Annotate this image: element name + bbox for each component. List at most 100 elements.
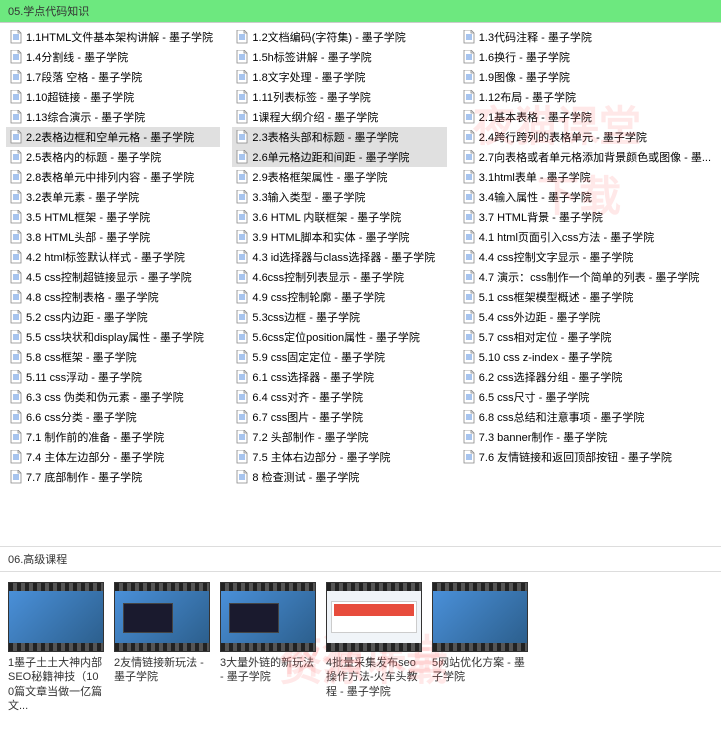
lesson-item[interactable]: 1.6换行 - 墨子学院 xyxy=(459,47,715,67)
lesson-item[interactable]: 1.2文档编码(字符集) - 墨子学院 xyxy=(232,27,446,47)
lesson-item[interactable]: 5.8 css框架 - 墨子学院 xyxy=(6,347,220,367)
video-item[interactable]: 3大量外链的新玩法 - 墨子学院 xyxy=(220,582,316,713)
video-thumbnail[interactable] xyxy=(114,582,210,652)
lesson-item[interactable]: 4.7 演示：css制作一个简单的列表 - 墨子学院 xyxy=(459,267,715,287)
lesson-label: 3.9 HTML脚本和实体 - 墨子学院 xyxy=(252,229,409,245)
lesson-item[interactable]: 4.8 css控制表格 - 墨子学院 xyxy=(6,287,220,307)
lesson-item[interactable]: 4.1 html页面引入css方法 - 墨子学院 xyxy=(459,227,715,247)
document-icon xyxy=(10,170,22,184)
document-icon xyxy=(10,290,22,304)
lesson-item[interactable]: 3.6 HTML 内联框架 - 墨子学院 xyxy=(232,207,446,227)
lesson-item[interactable]: 6.2 css选择器分组 - 墨子学院 xyxy=(459,367,715,387)
lesson-item[interactable]: 3.1html表单 - 墨子学院 xyxy=(459,167,715,187)
video-title: 5网站优化方案 - 墨子学院 xyxy=(432,656,528,685)
lesson-item[interactable]: 2.4跨行跨列的表格单元 - 墨子学院 xyxy=(459,127,715,147)
lesson-item[interactable]: 6.6 css分类 - 墨子学院 xyxy=(6,407,220,427)
lesson-item[interactable]: 6.4 css对齐 - 墨子学院 xyxy=(232,387,446,407)
video-thumbnail[interactable] xyxy=(326,582,422,652)
lesson-item[interactable]: 1.13综合演示 - 墨子学院 xyxy=(6,107,220,127)
lesson-item[interactable]: 5.5 css块状和display属性 - 墨子学院 xyxy=(6,327,220,347)
lesson-item[interactable]: 3.3输入类型 - 墨子学院 xyxy=(232,187,446,207)
lesson-item[interactable]: 7.6 友情链接和返回顶部按钮 - 墨子学院 xyxy=(459,447,715,467)
lesson-item[interactable]: 5.4 css外边距 - 墨子学院 xyxy=(459,307,715,327)
lesson-item[interactable]: 5.10 css z-index - 墨子学院 xyxy=(459,347,715,367)
lesson-label: 5.5 css块状和display属性 - 墨子学院 xyxy=(26,329,204,345)
video-thumbnail[interactable] xyxy=(8,582,104,652)
lesson-label: 7.2 头部制作 - 墨子学院 xyxy=(252,429,368,445)
lesson-item[interactable]: 6.3 css 伪类和伪元素 - 墨子学院 xyxy=(6,387,220,407)
lesson-item[interactable]: 3.4输入属性 - 墨子学院 xyxy=(459,187,715,207)
video-thumbnail[interactable] xyxy=(432,582,528,652)
lesson-item[interactable]: 6.5 css尺寸 - 墨子学院 xyxy=(459,387,715,407)
lesson-item[interactable]: 7.2 头部制作 - 墨子学院 xyxy=(232,427,446,447)
lesson-item[interactable]: 4.6css控制列表显示 - 墨子学院 xyxy=(232,267,446,287)
lesson-label: 3.5 HTML框架 - 墨子学院 xyxy=(26,209,150,225)
lesson-item[interactable]: 1.4分割线 - 墨子学院 xyxy=(6,47,220,67)
lesson-item[interactable]: 7.7 底部制作 - 墨子学院 xyxy=(6,467,220,487)
video-item[interactable]: 1墨子土土大神内部SEO秘籍神技（100篇文章当做一亿篇文... xyxy=(8,582,104,713)
document-icon xyxy=(10,230,22,244)
document-icon xyxy=(10,30,22,44)
lesson-item[interactable]: 2.5表格内的标题 - 墨子学院 xyxy=(6,147,220,167)
lesson-item[interactable]: 2.8表格单元中排列内容 - 墨子学院 xyxy=(6,167,220,187)
lesson-item[interactable]: 7.1 制作前的准备 - 墨子学院 xyxy=(6,427,220,447)
lesson-item[interactable]: 4.3 id选择器与class选择器 - 墨子学院 xyxy=(232,247,446,267)
lesson-label: 7.1 制作前的准备 - 墨子学院 xyxy=(26,429,164,445)
lesson-item[interactable]: 5.1 css框架模型概述 - 墨子学院 xyxy=(459,287,715,307)
lesson-item[interactable]: 5.9 css固定定位 - 墨子学院 xyxy=(232,347,446,367)
lesson-item[interactable]: 7.3 banner制作 - 墨子学院 xyxy=(459,427,715,447)
lesson-item[interactable]: 3.8 HTML头部 - 墨子学院 xyxy=(6,227,220,247)
lesson-label: 7.3 banner制作 - 墨子学院 xyxy=(479,429,607,445)
lesson-item[interactable]: 4.9 css控制轮廓 - 墨子学院 xyxy=(232,287,446,307)
document-icon xyxy=(463,250,475,264)
lesson-label: 4.8 css控制表格 - 墨子学院 xyxy=(26,289,159,305)
lesson-label: 6.3 css 伪类和伪元素 - 墨子学院 xyxy=(26,389,184,405)
lesson-item[interactable]: 1.1HTML文件基本架构讲解 - 墨子学院 xyxy=(6,27,220,47)
lesson-item[interactable]: 3.7 HTML背景 - 墨子学院 xyxy=(459,207,715,227)
lesson-item[interactable]: 5.7 css相对定位 - 墨子学院 xyxy=(459,327,715,347)
document-icon xyxy=(463,370,475,384)
lesson-label: 1.7段落 空格 - 墨子学院 xyxy=(26,69,142,85)
video-thumbnail[interactable] xyxy=(220,582,316,652)
lesson-item[interactable]: 2.9表格框架属性 - 墨子学院 xyxy=(232,167,446,187)
lesson-item[interactable]: 1.9图像 - 墨子学院 xyxy=(459,67,715,87)
lesson-item[interactable]: 3.2表单元素 - 墨子学院 xyxy=(6,187,220,207)
lesson-item[interactable]: 4.2 html标签默认样式 - 墨子学院 xyxy=(6,247,220,267)
lesson-item[interactable]: 6.8 css总结和注意事项 - 墨子学院 xyxy=(459,407,715,427)
lesson-item[interactable]: 6.1 css选择器 - 墨子学院 xyxy=(232,367,446,387)
lesson-item[interactable]: 4.4 css控制文字显示 - 墨子学院 xyxy=(459,247,715,267)
lesson-item[interactable]: 1.8文字处理 - 墨子学院 xyxy=(232,67,446,87)
lesson-item[interactable]: 5.3css边框 - 墨子学院 xyxy=(232,307,446,327)
video-item[interactable]: 4批量采集发布seo操作方法-火车头教程 - 墨子学院 xyxy=(326,582,422,713)
lesson-item[interactable]: 4.5 css控制超链接显示 - 墨子学院 xyxy=(6,267,220,287)
lesson-label: 2.2表格边框和空单元格 - 墨子学院 xyxy=(26,129,194,145)
lesson-label: 5.2 css内边距 - 墨子学院 xyxy=(26,309,148,325)
lesson-item[interactable]: 1.7段落 空格 - 墨子学院 xyxy=(6,67,220,87)
lesson-item[interactable]: 7.5 主体右边部分 - 墨子学院 xyxy=(232,447,446,467)
lesson-item[interactable]: 1.5h标签讲解 - 墨子学院 xyxy=(232,47,446,67)
lesson-item[interactable]: 1课程大纲介绍 - 墨子学院 xyxy=(232,107,446,127)
lesson-item[interactable]: 2.2表格边框和空单元格 - 墨子学院 xyxy=(6,127,220,147)
lesson-item[interactable]: 2.3表格头部和标题 - 墨子学院 xyxy=(232,127,446,147)
lesson-item[interactable]: 1.3代码注释 - 墨子学院 xyxy=(459,27,715,47)
document-icon xyxy=(236,290,248,304)
lesson-item[interactable]: 8 检查测试 - 墨子学院 xyxy=(232,467,446,487)
lesson-item[interactable]: 1.11列表标签 - 墨子学院 xyxy=(232,87,446,107)
lesson-item[interactable]: 3.5 HTML框架 - 墨子学院 xyxy=(6,207,220,227)
lesson-label: 6.4 css对齐 - 墨子学院 xyxy=(252,389,363,405)
lesson-item[interactable]: 7.4 主体左边部分 - 墨子学院 xyxy=(6,447,220,467)
lesson-item[interactable]: 2.6单元格边距和间距 - 墨子学院 xyxy=(232,147,446,167)
lesson-label: 2.9表格框架属性 - 墨子学院 xyxy=(252,169,387,185)
document-icon xyxy=(463,170,475,184)
video-item[interactable]: 2友情链接新玩法 - 墨子学院 xyxy=(114,582,210,713)
lesson-item[interactable]: 1.10超链接 - 墨子学院 xyxy=(6,87,220,107)
video-item[interactable]: 5网站优化方案 - 墨子学院 xyxy=(432,582,528,713)
lesson-item[interactable]: 3.9 HTML脚本和实体 - 墨子学院 xyxy=(232,227,446,247)
lesson-item[interactable]: 2.1基本表格 - 墨子学院 xyxy=(459,107,715,127)
lesson-item[interactable]: 6.7 css图片 - 墨子学院 xyxy=(232,407,446,427)
lesson-item[interactable]: 5.2 css内边距 - 墨子学院 xyxy=(6,307,220,327)
lesson-item[interactable]: 2.7向表格或者单元格添加背景颜色或图像 - 墨... xyxy=(459,147,715,167)
lesson-item[interactable]: 5.11 css浮动 - 墨子学院 xyxy=(6,367,220,387)
lesson-item[interactable]: 5.6css定位position属性 - 墨子学院 xyxy=(232,327,446,347)
lesson-item[interactable]: 1.12布局 - 墨子学院 xyxy=(459,87,715,107)
